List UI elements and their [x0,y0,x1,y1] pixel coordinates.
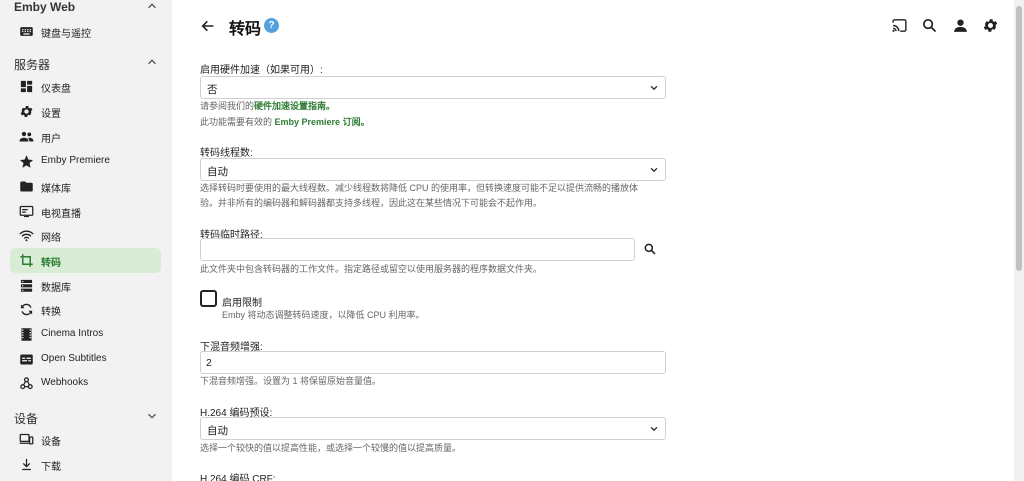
devices-icon [19,433,34,445]
live-tv-icon [19,205,34,218]
gear-icon[interactable] [982,17,999,34]
threads-label: 转码线程数: [200,148,253,159]
sidebar-item-emby-premiere[interactable]: Emby Premiere [10,149,161,174]
hw-accel-value: 否 [207,84,218,96]
section-header-devices[interactable]: 设备 [0,407,172,427]
hw-accel-help-premiere: 此功能需要有效的 Emby Premiere 订阅。 [200,114,370,130]
sidebar-item-download[interactable]: 下载 [10,452,161,477]
sidebar-item-label: 键盘与遥控 [41,29,91,40]
subtitles-icon [20,354,33,365]
temp-path-input[interactable] [200,238,635,261]
sidebar-item-library[interactable]: 媒体库 [10,174,161,199]
h264-preset-select[interactable]: 自动 [200,417,666,440]
sidebar-item-label: 电视直播 [41,209,81,220]
h264-preset-value: 自动 [207,425,228,437]
h264-crf-label: H.264 编码 CRF: [200,474,276,481]
sidebar-item-label: Webhooks [41,377,89,388]
chevron-up-icon[interactable] [145,0,159,13]
sidebar-item-label: Open Subtitles [41,353,107,364]
chevron-down-icon [650,426,658,432]
threads-help-line2: 验。并非所有的编码器和解码器都支持多线程，因此这在某些情况下可能会不起作用。 [200,198,543,208]
scrollbar[interactable] [1014,0,1024,481]
sidebar-item-conversion[interactable]: 转换 [10,297,161,322]
section-header-emby-web[interactable]: Emby Web [0,0,172,17]
gear-icon [20,106,33,117]
threads-value: 自动 [207,166,228,178]
crop-icon [20,254,33,267]
h264-preset-help: 选择一个较快的值以提高性能，或选择一个较慢的值以提高质量。 [200,443,462,453]
throttle-checkbox[interactable] [200,290,217,307]
sidebar-item-label: 转码 [41,258,61,269]
star-icon [19,155,34,168]
users-icon [19,131,34,142]
sidebar-item-label: 设置 [41,109,61,120]
search-icon[interactable] [643,242,657,256]
chevron-up-icon[interactable] [145,55,159,69]
premiere-link[interactable]: Emby Premiere 订阅。 [275,117,370,127]
sidebar-item-label: 下载 [41,462,61,473]
hw-accel-label: 启用硬件加速（如果可用）: [200,65,323,76]
throttle-help: Emby 将动态调整转码速度，以降低 CPU 利用率。 [222,310,425,320]
sidebar-item-cinema-intros[interactable]: Cinema Intros [10,322,161,347]
download-icon [22,458,31,471]
sidebar-item-label: Cinema Intros [41,328,104,339]
wifi-icon [19,230,34,242]
hw-guide-link[interactable]: 硬件加速设置指南。 [254,101,335,111]
downmix-help: 下混音频增强。设置为 1 将保留原始音量值。 [200,376,382,386]
section-header-server[interactable]: 服务器 [0,53,172,73]
transcoding-form: 启用硬件加速（如果可用）: 否 请参阅我们的硬件加速设置指南。 此功能需要有效的… [200,0,980,481]
sidebar-item-label: Emby Premiere [41,155,110,166]
sidebar-item-label: 转换 [41,307,61,318]
help-text: 此功能需要有效的 [200,117,273,127]
chevron-down-icon [650,85,658,91]
sidebar-item-label: 设备 [41,437,61,448]
threads-help-line1: 选择转码时要使用的最大线程数。减少线程数将降低 CPU 的使用率，但转换速度可能… [200,183,639,193]
sidebar-item-webhooks[interactable]: Webhooks [10,371,161,396]
sidebar-item-live-tv[interactable]: 电视直播 [10,199,161,224]
section-title: 设备 [14,412,39,426]
threads-select[interactable]: 自动 [200,158,666,181]
sidebar-item-settings[interactable]: 设置 [10,99,161,124]
folder-icon [20,181,33,192]
sidebar-item-transcoding[interactable]: 转码 [10,248,161,273]
sidebar-item-label: 仪表盘 [41,84,71,95]
sidebar-item-keyboard[interactable]: 键盘与遥控 [10,19,161,44]
sidebar-item-devices[interactable]: 设备 [10,427,161,452]
hw-accel-select[interactable]: 否 [200,76,666,99]
scrollbar-thumb[interactable] [1016,6,1022,271]
keyboard-icon [20,27,33,36]
sidebar-item-dashboard[interactable]: 仪表盘 [10,74,161,99]
database-icon [20,279,33,292]
film-icon [21,328,32,341]
sidebar-item-network[interactable]: 网络 [10,223,161,248]
section-title: 服务器 [14,58,51,72]
sidebar-item-label: 用户 [41,134,61,145]
sync-icon [20,303,33,316]
sidebar: Emby Web 键盘与遥控 服务器 仪表盘 设置 用户 Emby Premie… [0,0,172,481]
dashboard-icon [20,80,33,93]
sidebar-item-users[interactable]: 用户 [10,124,161,149]
downmix-input[interactable]: 2 [200,351,666,374]
downmix-value: 2 [206,357,212,369]
hw-accel-help-guide: 请参阅我们的硬件加速设置指南。 [200,98,335,114]
temp-path-help: 此文件夹中包含转码器的工作文件。指定路径或留空以使用服务器的程序数据文件夹。 [200,264,543,274]
help-text: 请参阅我们的 [200,101,255,111]
sidebar-item-open-subtitles[interactable]: Open Subtitles [10,347,161,372]
section-title: Emby Web [14,0,76,14]
sidebar-item-label: 网络 [41,233,61,244]
chevron-down-icon[interactable] [145,409,159,423]
sidebar-item-label: 媒体库 [41,184,71,195]
chevron-down-icon [650,167,658,173]
sidebar-item-database[interactable]: 数据库 [10,273,161,298]
webhooks-icon [20,377,33,390]
sidebar-item-label: 数据库 [41,283,71,294]
